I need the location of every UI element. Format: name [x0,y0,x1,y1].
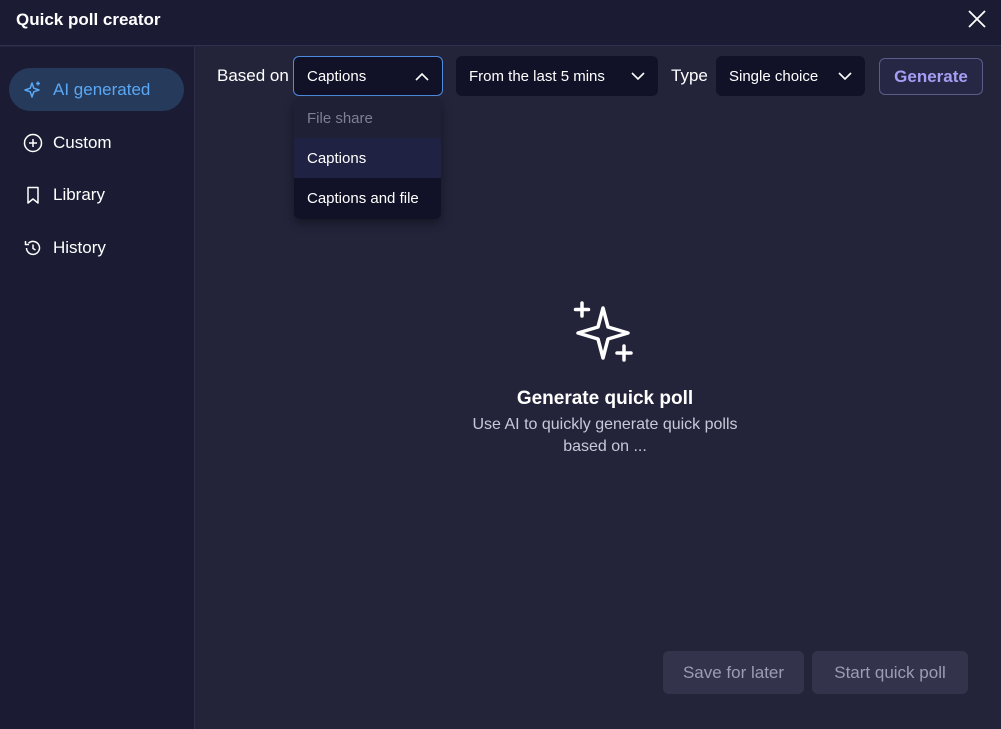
empty-state: Generate quick poll Use AI to quickly ge… [460,300,750,458]
time-range-value: From the last 5 mins [469,67,605,85]
sidebar: AI generated Custom Library History [0,47,195,729]
sidebar-item-history[interactable]: History [9,226,184,269]
empty-state-title: Generate quick poll [516,388,694,409]
save-for-later-button[interactable]: Save for later [663,651,804,694]
close-button[interactable] [962,6,992,36]
dropdown-option-file-share: File share [294,98,441,138]
based-on-dropdown-menu: File share Captions Captions and file [294,98,441,219]
sparkle-icon [23,80,43,100]
sidebar-item-label: Custom [53,132,112,152]
dropdown-option-captions[interactable]: Captions [294,138,441,178]
based-on-label: Based on [217,66,289,85]
chevron-up-icon [414,69,430,85]
plus-circle-icon [23,133,43,153]
empty-state-description: Use AI to quickly generate quick polls b… [472,416,738,455]
time-range-select[interactable]: From the last 5 mins [456,56,658,96]
sidebar-item-label: AI generated [53,79,151,99]
chevron-down-icon [630,68,646,84]
sidebar-item-library[interactable]: Library [9,173,184,216]
type-select[interactable]: Single choice [716,56,865,96]
dropdown-option-captions-and-file[interactable]: Captions and file [294,178,441,218]
start-quick-poll-button[interactable]: Start quick poll [812,651,968,694]
sidebar-item-label: Library [53,184,105,204]
sidebar-item-custom[interactable]: Custom [9,121,184,164]
type-value: Single choice [729,67,819,85]
sidebar-item-label: History [53,237,106,257]
window-title: Quick poll creator [16,10,161,29]
title-bar: Quick poll creator [0,0,1001,46]
history-icon [23,238,43,258]
type-label: Type [671,66,708,85]
based-on-select[interactable]: Captions [293,56,443,96]
sparkles-icon [573,300,637,364]
chevron-down-icon [837,68,853,84]
bookmark-icon [23,185,43,205]
based-on-value: Captions [307,67,367,85]
close-icon [967,9,987,34]
sidebar-item-ai-generated[interactable]: AI generated [9,68,184,111]
generate-button[interactable]: Generate [879,58,983,95]
